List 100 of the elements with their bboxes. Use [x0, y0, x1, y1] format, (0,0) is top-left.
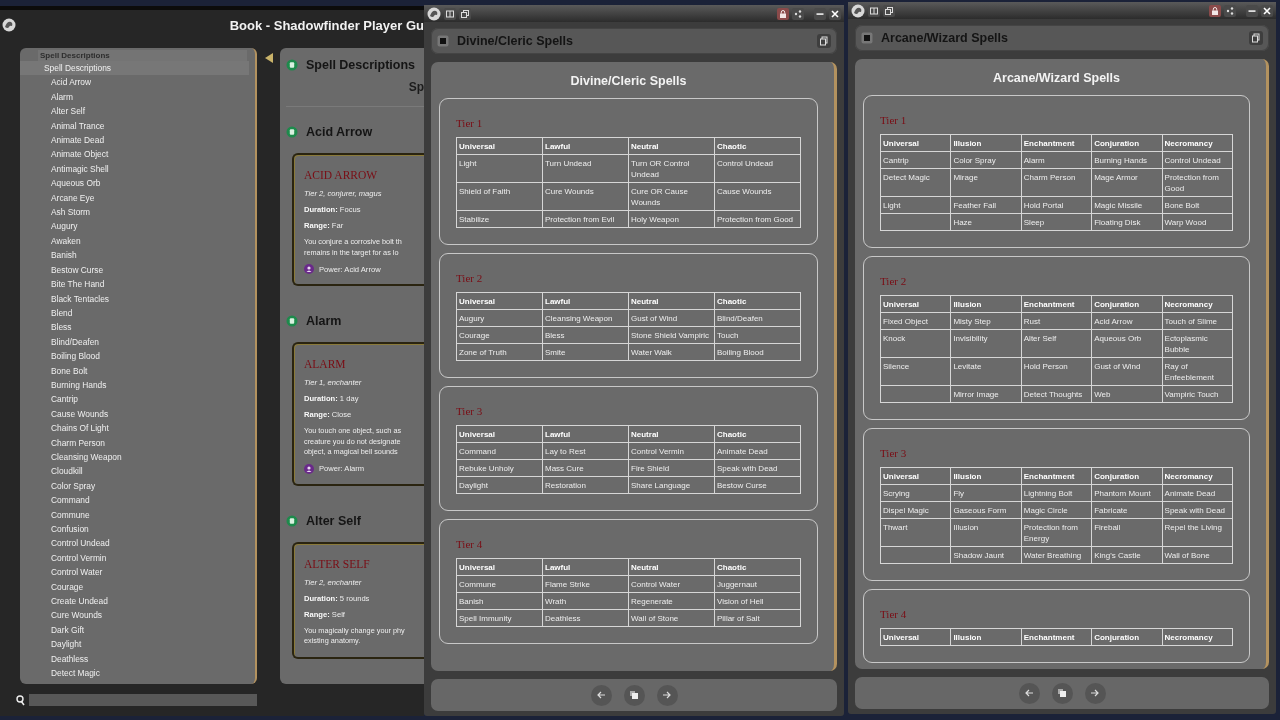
list-item[interactable]: Cleansing Weapon [20, 449, 255, 465]
right-arrow-button[interactable] [656, 684, 678, 706]
list-item[interactable]: Cure Wounds [20, 608, 255, 623]
column-header: Universal [456, 292, 543, 310]
power-icon [304, 463, 314, 474]
table-cell: Silence [880, 357, 951, 386]
table-cell: Turn Undead [542, 154, 629, 183]
gem-icon [286, 315, 298, 327]
right-arrow-button[interactable] [1084, 682, 1106, 704]
table-cell: Bone Bolt [1162, 196, 1233, 214]
column-header: Lawful [542, 137, 629, 155]
list-item[interactable]: Cloudkill [20, 464, 255, 479]
list-item[interactable]: Animal Trance [20, 118, 255, 134]
list-item[interactable]: Chains Of Light [20, 421, 255, 436]
list-item[interactable]: Antimagic Shell [20, 161, 255, 177]
copy-button[interactable] [623, 684, 645, 706]
list-item[interactable]: Courage [20, 579, 255, 595]
table-cell: Levitate [950, 357, 1022, 386]
table-cell: Holy Weapon [628, 210, 715, 228]
copy-button[interactable] [1051, 682, 1073, 704]
column-header: Neutral [628, 425, 715, 443]
left-arrow-button[interactable] [590, 684, 612, 706]
column-header: Chaotic [714, 558, 801, 576]
table-cell: Feather Fall [950, 196, 1022, 214]
column-header: Illusion [950, 295, 1022, 313]
list-item[interactable]: Black Tentacles [20, 291, 255, 306]
copy-icon[interactable] [817, 34, 831, 48]
copy-icon[interactable] [461, 9, 469, 18]
list-item[interactable]: Animate Dead [20, 133, 255, 148]
table-cell: Juggernaut [714, 575, 801, 593]
list-item[interactable]: Arcane Eye [20, 190, 255, 206]
list-item[interactable]: Control Vermin [20, 550, 255, 566]
list-item[interactable]: Confusion [20, 522, 255, 537]
column-header: Necromancy [1162, 134, 1233, 152]
list-item[interactable]: Bless [20, 320, 255, 335]
list-item[interactable]: Burning Hands [20, 377, 255, 393]
book-icon[interactable] [870, 6, 878, 15]
list-item[interactable]: Alter Self [20, 104, 255, 119]
list-item[interactable]: Bestow Curse [20, 262, 255, 278]
column-header: Enchantment [1021, 467, 1092, 485]
book-icon[interactable] [446, 9, 454, 18]
copy-icon[interactable] [885, 6, 893, 15]
table-cell: Mirage [950, 168, 1022, 197]
list-item[interactable]: Command [20, 493, 255, 508]
left-arrow-button[interactable] [1018, 682, 1040, 704]
table-cell: Courage [456, 326, 543, 344]
list-item[interactable]: Daylight [20, 637, 255, 652]
list-item[interactable]: Aqueous Orb [20, 176, 255, 191]
lock-icon[interactable] [779, 9, 787, 18]
power-icon [304, 264, 314, 274]
table-cell: Bestow Curse [714, 476, 801, 494]
share-icon[interactable] [794, 9, 802, 18]
table-cell: Zone of Truth [456, 343, 543, 361]
list-item[interactable]: Detect Magic [20, 666, 255, 681]
list-item[interactable]: Spell Descriptions [20, 61, 249, 76]
copy-icon [629, 690, 639, 700]
list-item[interactable]: Awaken [20, 233, 255, 249]
table-cell: Mirror Image [950, 385, 1022, 403]
table-cell: Water Breathing [1021, 546, 1092, 564]
list-item[interactable]: Control Undead [20, 536, 255, 551]
copy-icon[interactable] [1249, 31, 1263, 45]
list-item[interactable]: Commune [20, 507, 255, 522]
list-item[interactable]: Blind/Deafen [20, 334, 255, 350]
list-item[interactable]: Cantrip [20, 392, 255, 407]
close-icon[interactable] [831, 9, 839, 18]
table-cell: Rebuke Unholy [456, 459, 543, 477]
list-item[interactable]: Blend [20, 305, 255, 321]
section-heading: Alarm [306, 314, 342, 328]
square-icon [861, 32, 873, 44]
close-icon[interactable] [1263, 6, 1271, 15]
collapse-arrow-icon[interactable] [263, 52, 274, 64]
list-item[interactable]: Boiling Blood [20, 349, 255, 364]
list-item[interactable]: Augury [20, 219, 255, 234]
search-field[interactable] [29, 694, 257, 706]
list-item[interactable]: Ash Storm [20, 205, 255, 220]
list-item[interactable]: Dark Gift [20, 622, 255, 638]
table-cell: Gust of Wind [1091, 357, 1163, 386]
list-item[interactable]: Color Spray [20, 478, 255, 494]
table-cell: Acid Arrow [1091, 312, 1163, 330]
list-item[interactable]: Cause Wounds [20, 406, 255, 422]
table-cell: Repel the Living [1162, 518, 1233, 547]
table-cell: Regenerate [628, 592, 715, 610]
tier-title: Tier 2 [880, 275, 908, 287]
table-cell: Fire Shield [628, 459, 715, 477]
share-icon[interactable] [1226, 6, 1234, 15]
list-item[interactable]: Animate Object [20, 147, 255, 162]
lock-icon[interactable] [1211, 6, 1219, 15]
column-header: Universal [456, 558, 543, 576]
list-item[interactable]: Banish [20, 248, 255, 263]
list-item[interactable]: Bone Bolt [20, 363, 255, 378]
list-item[interactable]: Alarm [20, 89, 255, 105]
table-cell: Wall of Bone [1162, 546, 1233, 564]
list-item[interactable]: Charm Person [20, 435, 255, 450]
list-item[interactable]: Bite The Hand [20, 277, 255, 292]
list-item[interactable]: Create Undead [20, 594, 255, 609]
list-item[interactable]: Control Water [20, 565, 255, 580]
column-header: Lawful [542, 292, 629, 310]
list-item[interactable]: Deathless [20, 651, 255, 667]
table-cell: Vampiric Touch [1162, 385, 1233, 403]
list-item[interactable]: Acid Arrow [20, 75, 255, 90]
